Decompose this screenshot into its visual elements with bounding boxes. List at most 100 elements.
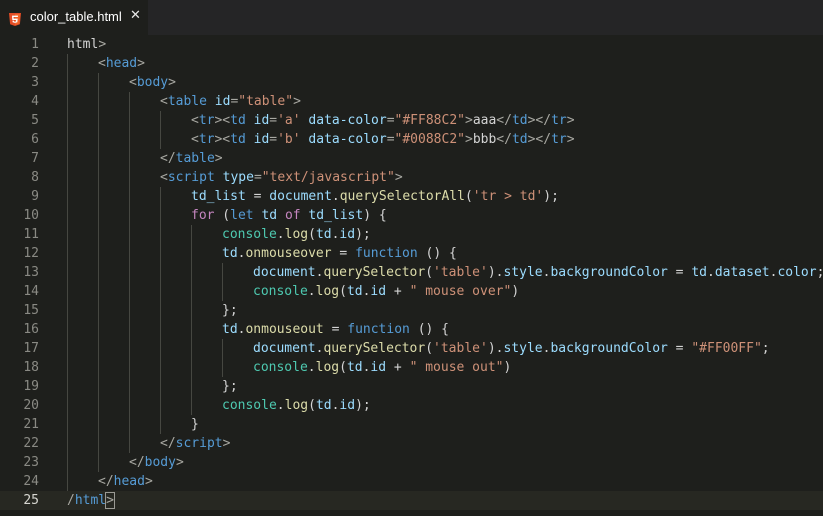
indent-guide bbox=[160, 111, 161, 130]
code-line[interactable]: 25/html> bbox=[0, 491, 823, 510]
code-token: 'tr > td' bbox=[472, 189, 544, 204]
code-token: 'a' bbox=[277, 113, 301, 128]
code-line[interactable]: 15}; bbox=[0, 301, 823, 320]
indent-guide bbox=[98, 92, 99, 111]
code-token: < bbox=[191, 132, 199, 147]
code-token: > bbox=[394, 170, 403, 185]
code-line[interactable]: 14 console.log(td.id + " mouse over") bbox=[0, 282, 823, 301]
code-line[interactable]: 23 </body> bbox=[0, 453, 823, 472]
code-token: console bbox=[253, 360, 308, 375]
code-line[interactable]: 11 console.log(td.id); bbox=[0, 225, 823, 244]
code-line[interactable]: 12 td.onmouseover = function () { bbox=[0, 244, 823, 263]
code-line[interactable]: 13 document.querySelector('table').style.… bbox=[0, 263, 823, 282]
indent-guide bbox=[67, 415, 68, 434]
indent-guide bbox=[67, 320, 68, 339]
indent-guide bbox=[129, 301, 130, 320]
indent-guide bbox=[98, 434, 99, 453]
code-line[interactable]: 7 </table> bbox=[0, 149, 823, 168]
code-token: < bbox=[129, 75, 137, 90]
code-token: . bbox=[307, 284, 316, 299]
indent-guide bbox=[160, 263, 161, 282]
code-text: }; bbox=[222, 301, 238, 320]
code-line[interactable]: 20 console.log(td.id); bbox=[0, 396, 823, 415]
code-text: document.querySelector('table').style.ba… bbox=[253, 339, 770, 358]
code-text: /html> bbox=[67, 491, 115, 510]
indent-guide bbox=[98, 282, 99, 301]
code-token: ; bbox=[817, 265, 823, 280]
code-token: td bbox=[511, 113, 528, 128]
code-token: ( bbox=[425, 341, 434, 356]
indent-guide bbox=[160, 377, 161, 396]
code-editor[interactable]: 1 html> 2 <head> 3 <body> 4 <table id="table"> 5… bbox=[0, 35, 823, 516]
indent-guide bbox=[129, 130, 130, 149]
code-token: id bbox=[370, 284, 387, 299]
tab-title: color_table.html bbox=[30, 9, 122, 24]
code-token: = bbox=[323, 322, 348, 337]
code-token: function bbox=[355, 246, 418, 261]
indent-guide bbox=[98, 377, 99, 396]
code-text: <body> bbox=[129, 73, 176, 92]
line-number: 17 bbox=[23, 341, 39, 356]
indent-guide bbox=[67, 472, 68, 491]
code-text: </body> bbox=[129, 453, 184, 472]
tab-color-table[interactable]: color_table.html ✕ bbox=[0, 0, 148, 35]
line-number: 9 bbox=[31, 189, 39, 204]
code-line[interactable]: 19}; bbox=[0, 377, 823, 396]
code-token: tr bbox=[198, 113, 215, 128]
indent-guide bbox=[98, 263, 99, 282]
code-text: <head> bbox=[98, 54, 145, 73]
indent-guide bbox=[222, 339, 223, 358]
code-token: = bbox=[245, 189, 270, 204]
code-line[interactable]: 3 <body> bbox=[0, 73, 823, 92]
code-text: console.log(td.id + " mouse over") bbox=[253, 282, 519, 301]
indent-guide bbox=[129, 320, 130, 339]
code-line[interactable]: 22 </script> bbox=[0, 434, 823, 453]
code-line[interactable]: 9 td_list = document.querySelectorAll('tr… bbox=[0, 187, 823, 206]
indent-guide bbox=[129, 187, 130, 206]
code-token: backgroundColor bbox=[550, 341, 668, 356]
code-text: document.querySelector('table').style.ba… bbox=[253, 263, 823, 282]
line-number: 8 bbox=[31, 170, 39, 185]
indent-guide bbox=[67, 434, 68, 453]
indent-guide bbox=[98, 149, 99, 168]
code-token: ); bbox=[355, 227, 371, 242]
close-icon[interactable]: ✕ bbox=[130, 8, 141, 23]
code-line[interactable]: 4 <table id="table"> bbox=[0, 92, 823, 111]
code-token: table bbox=[167, 94, 207, 109]
code-line[interactable]: 16 td.onmouseout = function () { bbox=[0, 320, 823, 339]
code-line[interactable]: 24 </head> bbox=[0, 472, 823, 491]
line-number: 1 bbox=[31, 37, 39, 52]
line-number: 23 bbox=[23, 455, 39, 470]
code-line[interactable]: 6 <tr><td id='b' data-color="#0088C2">bbb… bbox=[0, 130, 823, 149]
indent-guide bbox=[129, 263, 130, 282]
code-token: < bbox=[160, 94, 168, 109]
indent-guide bbox=[67, 301, 68, 320]
code-token: ></ bbox=[527, 113, 552, 128]
code-token: id bbox=[214, 94, 231, 109]
code-token: color bbox=[777, 265, 817, 280]
code-line[interactable]: 10 for (let td of td_list) { bbox=[0, 206, 823, 225]
line-number: 12 bbox=[23, 246, 39, 261]
code-token: ). bbox=[487, 265, 504, 280]
html5-icon bbox=[9, 11, 21, 26]
indent-guide bbox=[98, 225, 99, 244]
code-token: console bbox=[253, 284, 308, 299]
code-line[interactable]: 8 <script type="text/javascript"> bbox=[0, 168, 823, 187]
code-line[interactable]: 1 html> bbox=[0, 35, 823, 54]
indent-guide bbox=[160, 282, 161, 301]
code-token: ; bbox=[761, 341, 770, 356]
code-text: console.log(td.id + " mouse out") bbox=[253, 358, 511, 377]
indent-guide bbox=[191, 339, 192, 358]
code-line[interactable]: 18 console.log(td.id + " mouse out") bbox=[0, 358, 823, 377]
code-text: <tr><td id='b' data-color="#0088C2">bbb<… bbox=[191, 130, 575, 149]
code-line[interactable]: 21} bbox=[0, 415, 823, 434]
code-token: querySelector bbox=[323, 265, 426, 280]
code-token: html bbox=[74, 493, 107, 508]
line-number: 24 bbox=[23, 474, 39, 489]
code-line[interactable]: 17 document.querySelector('table').style.… bbox=[0, 339, 823, 358]
code-line[interactable]: 5 <tr><td id='a' data-color="#FF88C2">aaa… bbox=[0, 111, 823, 130]
code-line[interactable]: 2 <head> bbox=[0, 54, 823, 73]
indent-guide bbox=[98, 453, 99, 472]
code-token: ( bbox=[308, 398, 316, 413]
